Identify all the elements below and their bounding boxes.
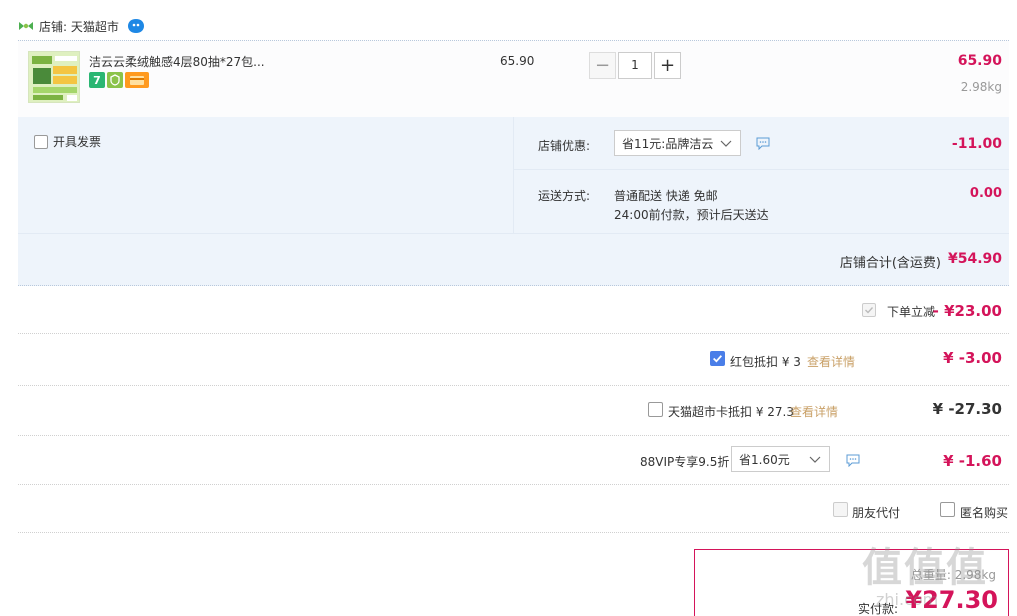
vip-select[interactable]: 省1.60元 — [731, 446, 830, 472]
product-thumbnail[interactable] — [28, 51, 80, 103]
cart-item-row: 洁云云柔绒触感4层80抽*27包... 7 65.90 − 1 + 65.90 … — [18, 40, 1009, 117]
shop-coupon-label: 店铺优惠: — [538, 139, 591, 153]
red-packet-checkbox[interactable] — [710, 351, 725, 366]
tmall-card-amount: ¥ -27.30 — [932, 400, 1002, 418]
item-title[interactable]: 洁云云柔绒触感4层80抽*27包... — [89, 53, 265, 70]
invoice-option[interactable]: 开具发票 — [34, 133, 101, 150]
shop-total-label: 店铺合计(含运费) — [839, 256, 941, 271]
service-badges: 7 — [89, 72, 149, 88]
shop-coupon-amount: -11.00 — [951, 136, 1002, 152]
shop-header: 店铺: 天猫超市 — [18, 14, 145, 38]
red-packet-label: 红包抵扣 ¥ 3 — [730, 355, 801, 369]
wangwang-icon[interactable] — [127, 18, 145, 34]
order-discount-label: 下单立减 — [886, 305, 935, 319]
extra-options-row: 朋友代付 匿名购买 — [18, 485, 1009, 533]
vip-amount: ¥ -1.60 — [943, 452, 1002, 470]
shipping-method: 普通配送 快递 免邮 — [614, 189, 718, 203]
shipping-eta: 24:00前付款，预计后天送达 — [614, 208, 769, 222]
invoice-label: 开具发票 — [53, 135, 102, 149]
red-packet-row: 红包抵扣 ¥ 3 查看详情 ¥ -3.00 — [18, 334, 1009, 386]
line-total: 65.90 — [957, 53, 1002, 69]
red-packet-detail-link[interactable]: 查看详情 — [807, 353, 855, 370]
vip-label: 88VIP专享9.5折 — [640, 455, 730, 469]
check-icon — [713, 355, 723, 363]
check-icon — [865, 307, 874, 314]
tmall-card-checkbox[interactable] — [648, 402, 663, 417]
tmall-card-detail-link[interactable]: 查看详情 — [790, 403, 838, 420]
order-discount-row: 下单立减 - ¥23.00 — [18, 287, 1009, 334]
shop-logo-icon — [19, 22, 33, 30]
decrease-quantity-button[interactable]: − — [589, 52, 616, 79]
guarantee-badge-icon[interactable] — [107, 72, 123, 88]
message-icon[interactable] — [846, 454, 860, 467]
seven-day-badge-icon[interactable]: 7 — [89, 72, 105, 88]
divider — [513, 169, 1009, 170]
divider — [18, 233, 1009, 234]
watermark-logo: 值值值 — [862, 545, 988, 591]
increase-quantity-button[interactable]: + — [654, 52, 681, 79]
quantity-input[interactable]: 1 — [618, 52, 652, 79]
order-discount-amount: - ¥23.00 — [932, 302, 1002, 320]
item-weight: 2.98kg — [960, 80, 1002, 94]
watermark-text: zhi.com — [876, 590, 939, 609]
vip-selected: 省1.60元 — [739, 452, 790, 467]
shop-summary: 开具发票 店铺优惠: 省11元:品牌洁云 -11.00 运送方式: 普通配送 快… — [18, 117, 1009, 286]
quantity-stepper: − 1 + — [589, 52, 681, 79]
chevron-down-icon — [809, 456, 821, 463]
shop-name[interactable]: 店铺: 天猫超市 — [39, 18, 119, 35]
invoice-checkbox[interactable] — [34, 134, 48, 149]
chevron-down-icon — [720, 140, 732, 147]
shipping-amount: 0.00 — [969, 186, 1002, 201]
divider — [513, 117, 514, 234]
red-packet-amount: ¥ -3.00 — [943, 349, 1002, 367]
shop-coupon-selected: 省11元:品牌洁云 — [622, 136, 714, 151]
anonymous-label: 匿名购买 — [960, 506, 1009, 520]
tmall-card-label: 天猫超市卡抵扣 ¥ 27.3 — [668, 405, 794, 419]
anonymous-checkbox[interactable] — [940, 502, 955, 517]
friend-pay-label: 朋友代付 — [852, 506, 901, 520]
order-discount-checkbox — [862, 303, 876, 317]
shop-coupon-select[interactable]: 省11元:品牌洁云 — [614, 130, 741, 156]
tmall-card-row: 天猫超市卡抵扣 ¥ 27.3 查看详情 ¥ -27.30 — [18, 386, 1009, 436]
vip-discount-row: 88VIP专享9.5折 省1.60元 ¥ -1.60 — [18, 436, 1009, 485]
message-icon[interactable] — [756, 137, 770, 150]
friend-pay-checkbox — [833, 502, 848, 517]
shop-total-amount: ¥54.90 — [947, 251, 1002, 267]
card-badge-icon[interactable] — [125, 72, 149, 88]
shipping-label: 运送方式: — [538, 189, 591, 203]
unit-price: 65.90 — [500, 54, 535, 68]
